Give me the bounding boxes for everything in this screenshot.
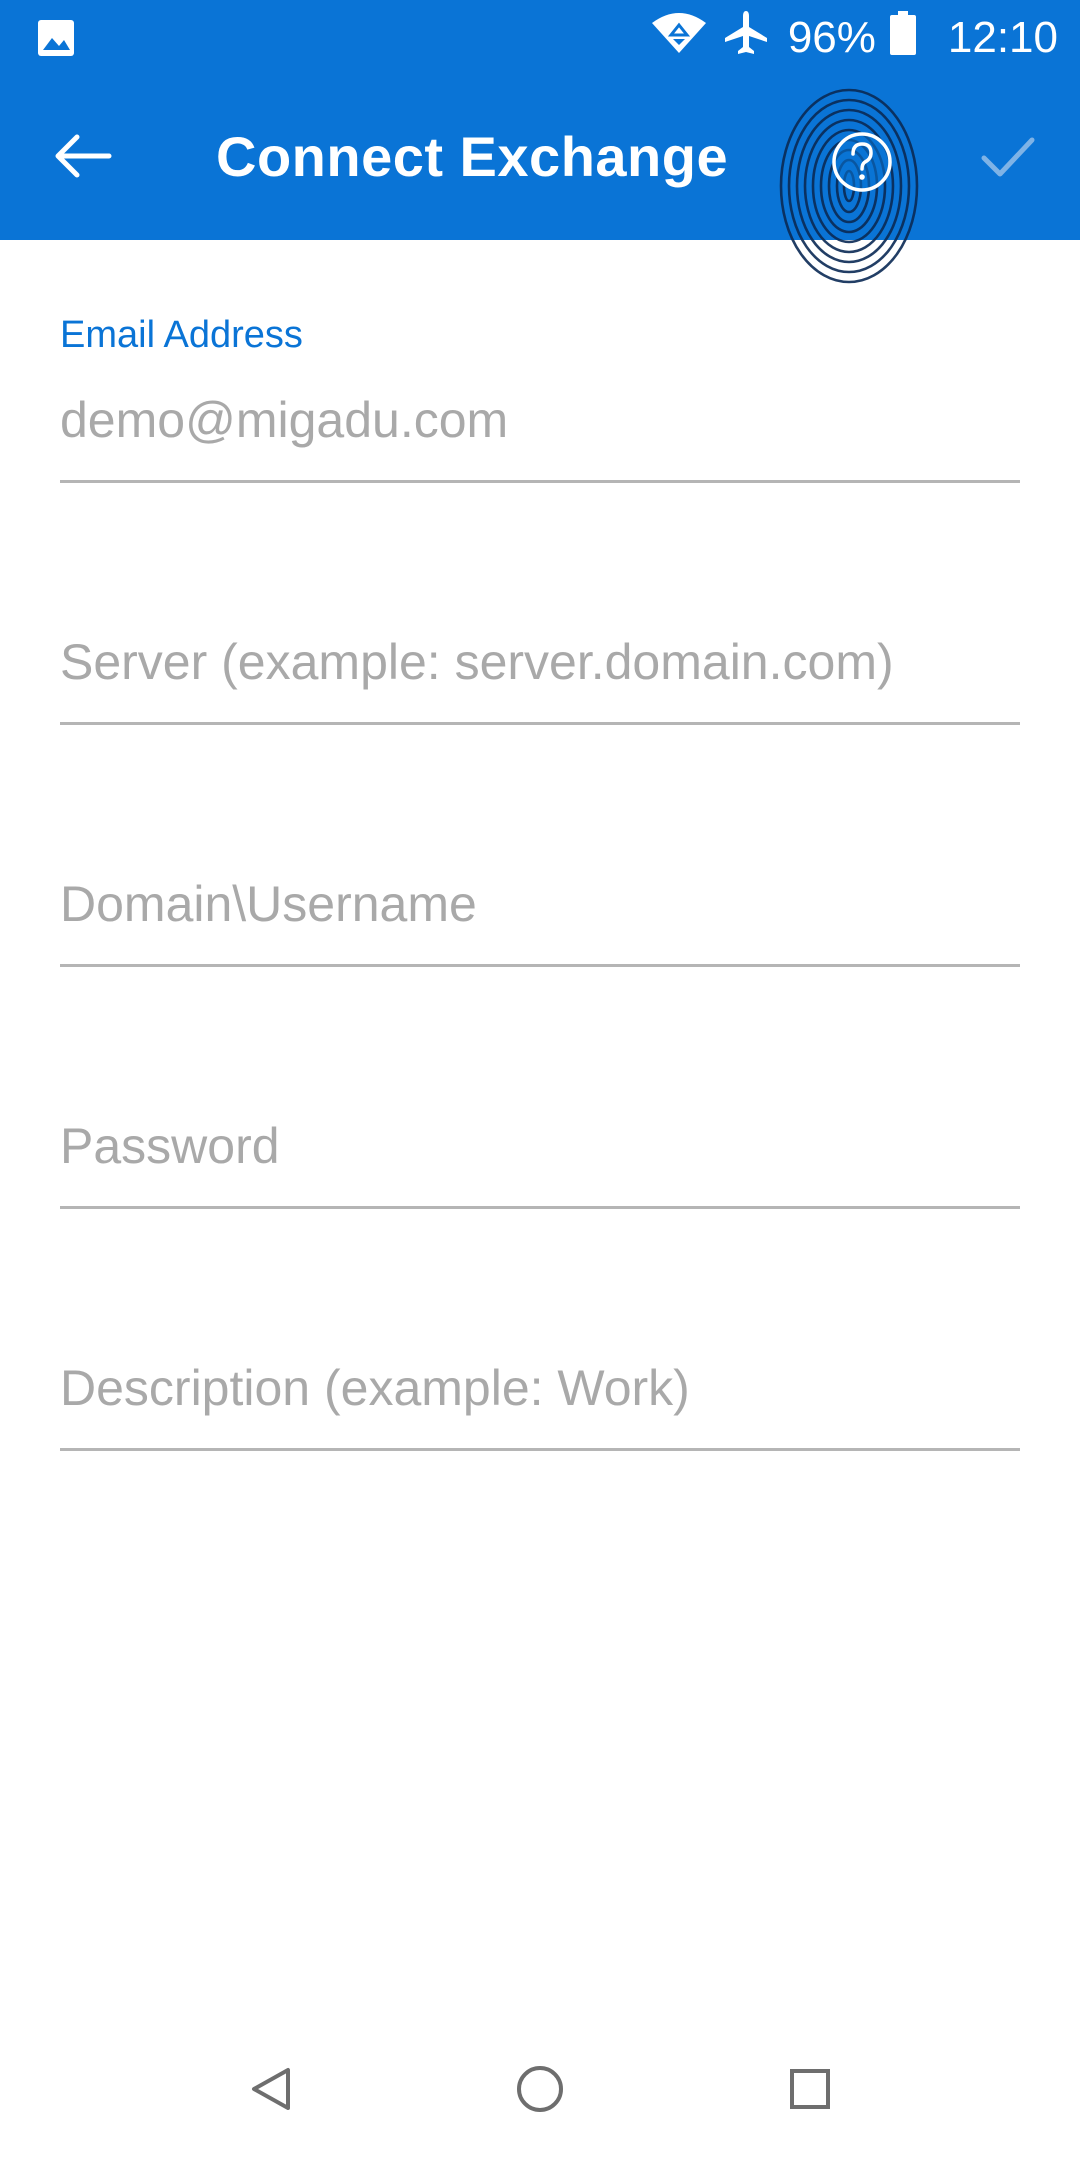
username-underline <box>60 964 1020 967</box>
server-field[interactable] <box>60 624 1020 700</box>
toolbar: Connect Exchange <box>0 76 1080 284</box>
email-underline <box>60 480 1020 483</box>
page-title: Connect Exchange <box>216 125 729 188</box>
help-icon <box>774 88 924 300</box>
airplane-mode-icon <box>722 9 770 68</box>
email-field-group: Email Address <box>60 300 1020 542</box>
confirm-button[interactable] <box>968 118 1048 198</box>
nav-home-button[interactable] <box>505 2056 575 2126</box>
gallery-icon <box>36 18 76 63</box>
password-underline <box>60 1206 1020 1209</box>
nav-back-icon <box>246 2064 296 2119</box>
description-field[interactable] <box>60 1350 1020 1426</box>
system-nav-bar <box>0 2040 1080 2136</box>
nav-home-icon <box>513 2062 567 2121</box>
wifi-icon <box>650 11 708 66</box>
help-button[interactable] <box>774 82 924 296</box>
nav-recents-icon <box>785 2064 835 2119</box>
battery-percent: 96% <box>787 13 876 62</box>
email-field[interactable] <box>60 382 1020 458</box>
description-field-group <box>60 1268 1020 1510</box>
app-bar: 96% 12:10 Connect Exchange <box>0 0 1080 284</box>
back-arrow-icon <box>53 131 113 186</box>
back-button[interactable] <box>38 116 128 200</box>
check-icon <box>980 134 1036 183</box>
password-field[interactable] <box>60 1108 1020 1184</box>
status-time: 12:10 <box>947 13 1058 62</box>
email-label: Email Address <box>60 314 303 356</box>
password-field-group <box>60 1026 1020 1268</box>
server-field-group <box>60 542 1020 784</box>
battery-icon <box>889 10 916 66</box>
server-underline <box>60 722 1020 725</box>
description-underline <box>60 1448 1020 1451</box>
nav-back-button[interactable] <box>236 2056 306 2126</box>
nav-recents-button[interactable] <box>775 2056 845 2126</box>
status-icons: 96% 12:10 <box>650 10 1058 66</box>
username-field-group <box>60 784 1020 1026</box>
status-bar: 96% 12:10 <box>0 0 1080 76</box>
exchange-form: Email Address <box>60 300 1020 1510</box>
username-field[interactable] <box>60 866 1020 942</box>
